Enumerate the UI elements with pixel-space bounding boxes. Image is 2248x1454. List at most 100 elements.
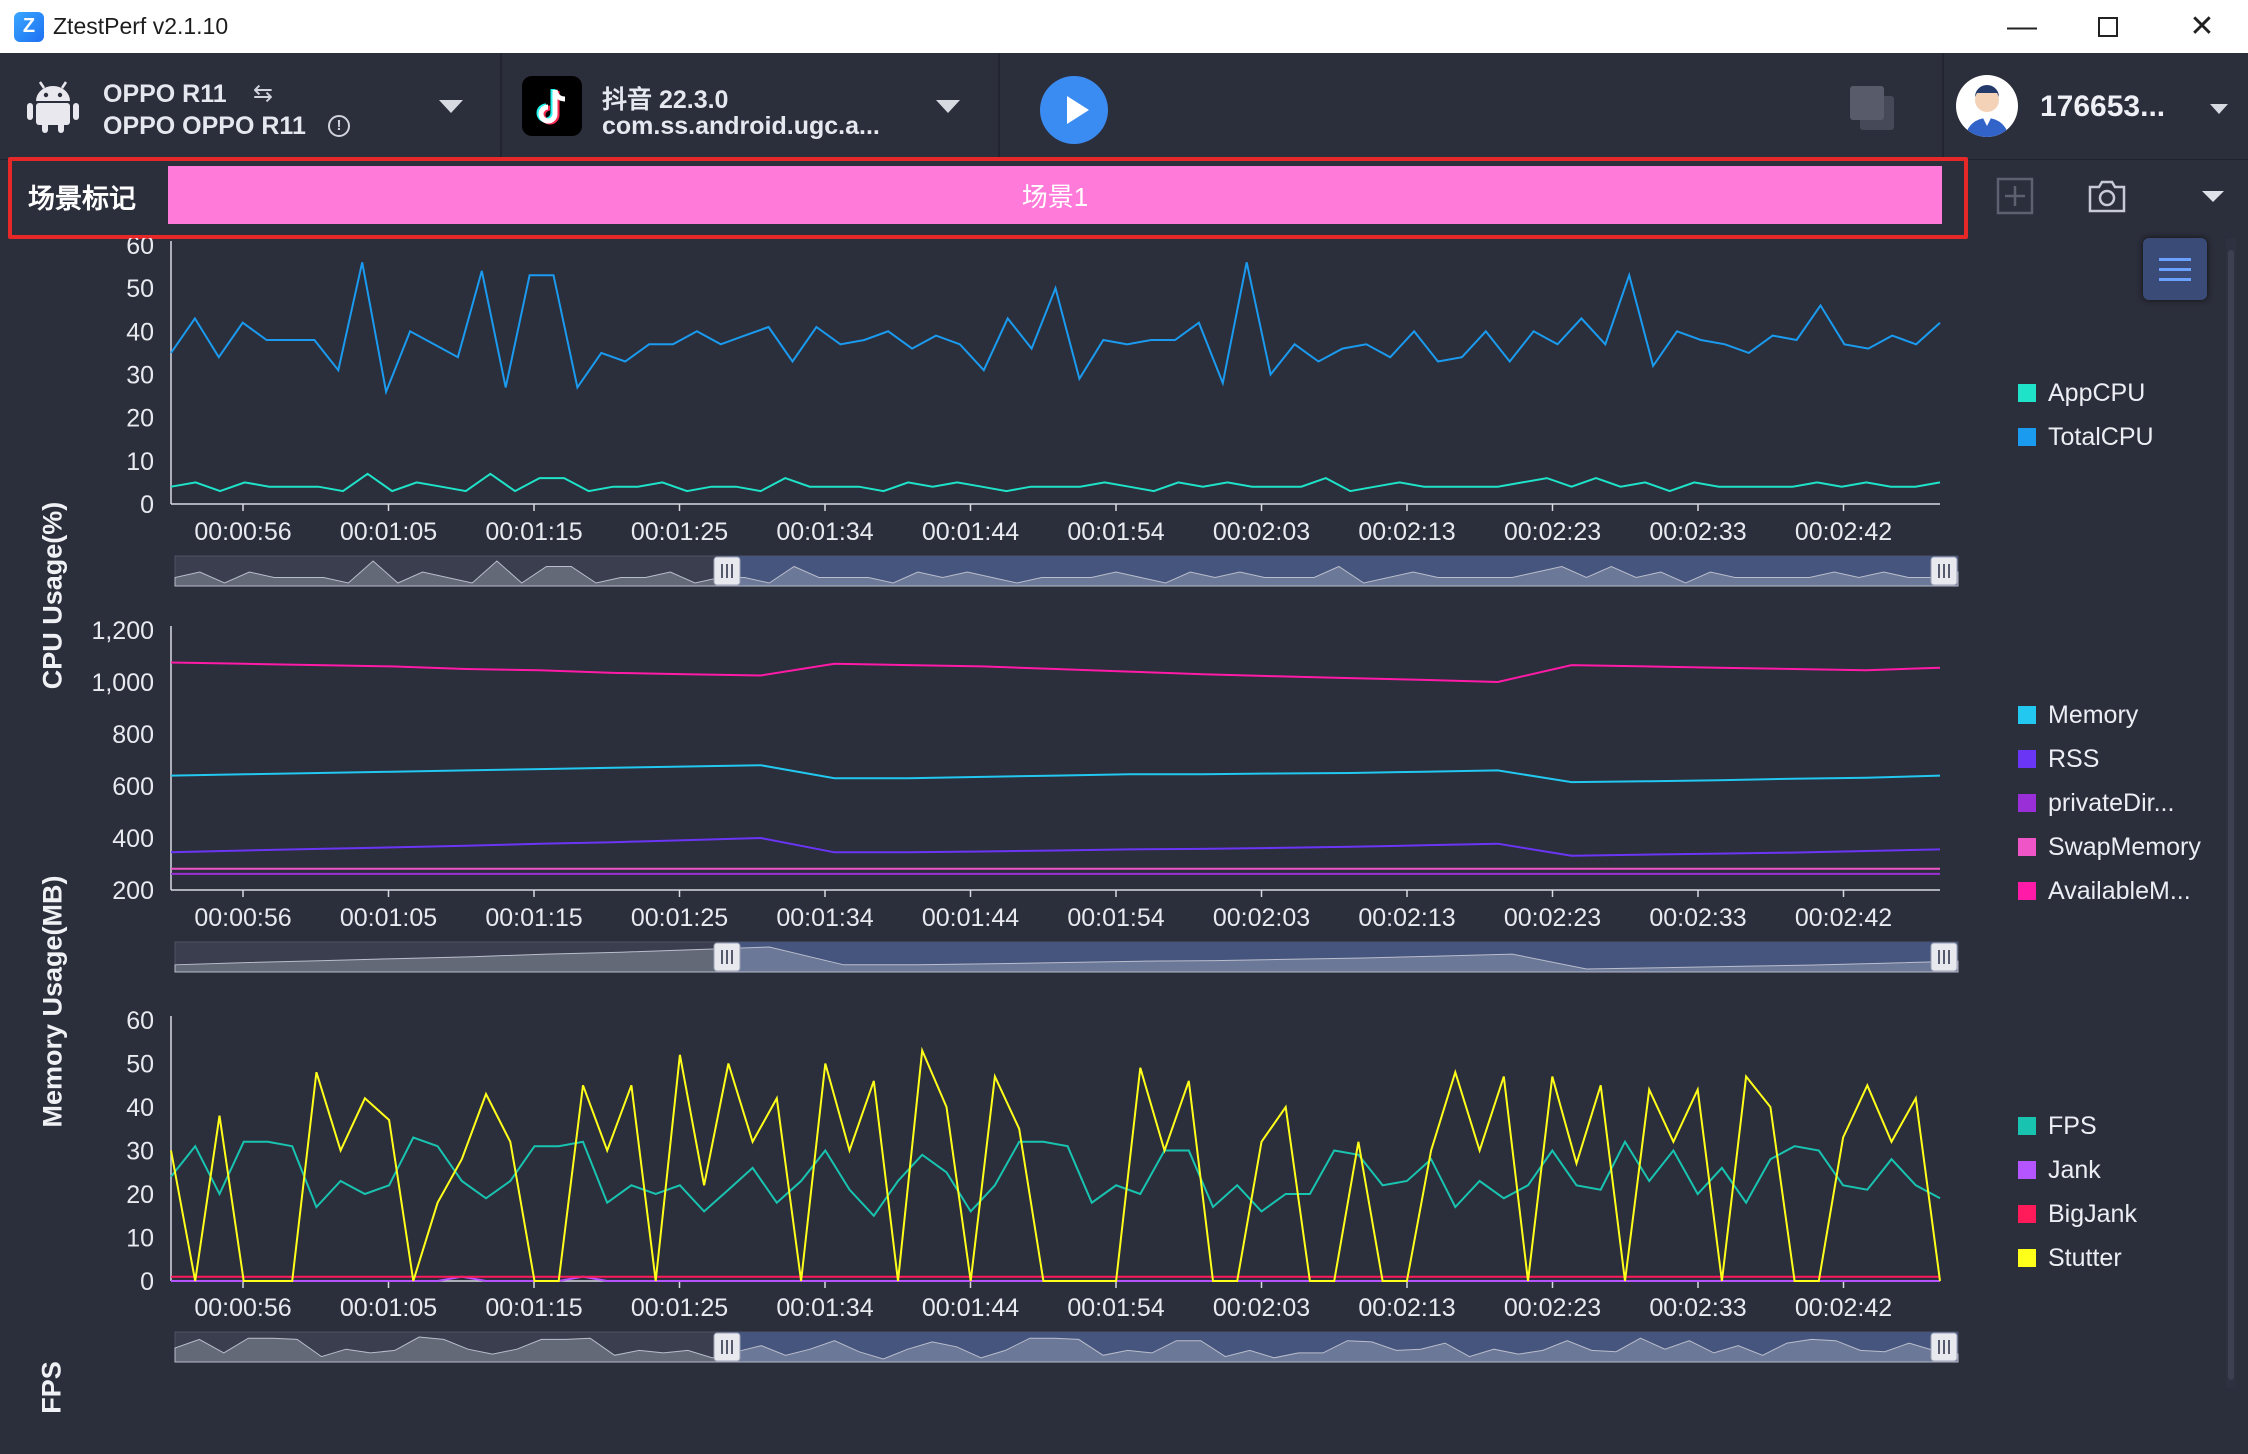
fps-legend: FPS Jank BigJank Stutter [2018, 1104, 2137, 1280]
maximize-button[interactable] [2062, 0, 2154, 53]
legend-label: SwapMemory [2048, 832, 2201, 861]
x-tick-label: 00:01:25 [631, 904, 728, 932]
y-tick-label: 0 [140, 491, 154, 519]
y-tick-label: 1,000 [91, 669, 154, 697]
legend-item[interactable]: Jank [2018, 1148, 2137, 1192]
screenshot-button[interactable] [2072, 168, 2142, 224]
floating-window-button[interactable] [1846, 82, 1900, 136]
y-tick-label: 10 [126, 448, 154, 476]
legend-item[interactable]: BigJank [2018, 1192, 2137, 1236]
legend-item[interactable]: SwapMemory [2018, 825, 2201, 869]
charts-svg: 0 10 20 30 40 50 60 00:00:56 00:01:05 00:01:15 00:… [91, 238, 1959, 1363]
legend-label: FPS [2048, 1111, 2097, 1140]
x-tick-label: 00:02:33 [1649, 1294, 1746, 1322]
y-tick-label: 50 [126, 275, 154, 303]
toolbar: OPPO R11 ⇆ OPPO OPPO R11 ! 抖音 22.3.0 com… [0, 53, 2248, 160]
app-name: 抖音 22.3.0 [602, 86, 729, 114]
x-tick-label: 00:00:56 [194, 1294, 291, 1322]
zoom-handle-left[interactable] [713, 942, 741, 972]
close-button[interactable]: ✕ [2156, 0, 2248, 53]
scrollbar-thumb[interactable] [2228, 250, 2234, 1380]
add-scene-button[interactable] [1980, 168, 2050, 224]
minimize-button[interactable]: — [1976, 0, 2068, 53]
switch-device-icon[interactable]: ⇆ [253, 79, 273, 108]
app-dropdown-chevron-icon [936, 100, 960, 113]
legend-label: AppCPU [2048, 378, 2146, 407]
app-selector[interactable]: 抖音 22.3.0 com.ss.android.ugc.a... [502, 53, 998, 160]
series-line-availablem [170, 661, 1941, 684]
cpu-y-axis-label: CPU Usage(%) [37, 501, 68, 690]
x-tick-label: 00:01:15 [485, 904, 582, 932]
zoom-handle-left[interactable] [713, 556, 741, 586]
tiktok-app-icon [522, 76, 582, 136]
legend-item[interactable]: AvailableM... [2018, 869, 2201, 913]
legend-item[interactable]: RSS [2018, 737, 2201, 781]
series-line-memory [170, 764, 1941, 784]
y-tick-label: 30 [126, 1138, 154, 1166]
scene-highlight-outline [8, 157, 1968, 239]
x-tick-label: 00:01:54 [1067, 1294, 1164, 1322]
y-tick-label: 10 [126, 1225, 154, 1253]
legend-item[interactable]: AppCPU [2018, 371, 2154, 415]
y-tick-label: 30 [126, 362, 154, 390]
legend-item[interactable]: privateDir... [2018, 781, 2201, 825]
x-tick-label: 00:00:56 [194, 518, 291, 546]
title-bar: Z ZtestPerf v2.1.10 — ✕ [0, 0, 2248, 53]
start-test-button[interactable] [1040, 76, 1108, 144]
user-menu[interactable]: 176653... [1944, 53, 2248, 160]
legend-item[interactable]: TotalCPU [2018, 415, 2154, 459]
legend-swatch [2018, 838, 2036, 856]
x-tick-label: 00:01:05 [340, 1294, 437, 1322]
plus-box-icon [1996, 177, 2034, 215]
y-tick-label: 0 [140, 1268, 154, 1296]
legend-item[interactable]: FPS [2018, 1104, 2137, 1148]
legend-swatch [2018, 706, 2036, 724]
x-tick-label: 00:02:03 [1213, 1294, 1310, 1322]
x-tick-label: 00:02:13 [1358, 1294, 1455, 1322]
x-tick-label: 00:02:42 [1795, 904, 1892, 932]
legend-swatch [2018, 1249, 2036, 1267]
zoom-handle-right[interactable] [1930, 1332, 1958, 1362]
legend-swatch [2018, 794, 2036, 812]
y-tick-label: 40 [126, 318, 154, 346]
y-tick-label: 800 [112, 721, 154, 749]
x-tick-label: 00:01:44 [922, 904, 1019, 932]
x-tick-label: 00:01:05 [340, 518, 437, 546]
series-line-appcpu [170, 472, 1941, 493]
x-tick-label: 00:01:15 [485, 1294, 582, 1322]
y-tick-label: 40 [126, 1094, 154, 1122]
scene-more-button[interactable] [2178, 168, 2248, 224]
series-line-totalcpu [170, 262, 1941, 396]
y-tick-label: 20 [126, 405, 154, 433]
device-name: OPPO R11 [103, 80, 227, 108]
x-tick-label: 00:02:42 [1795, 1294, 1892, 1322]
zoom-handle-left[interactable] [713, 1332, 741, 1362]
y-tick-label: 200 [112, 877, 154, 905]
device-dropdown-chevron-icon [439, 100, 463, 113]
legend-swatch [2018, 882, 2036, 900]
device-selector[interactable]: OPPO R11 ⇆ OPPO OPPO R11 ! [0, 53, 500, 160]
legend-label: RSS [2048, 744, 2100, 773]
x-tick-label: 00:02:33 [1649, 518, 1746, 546]
app-logo-icon: Z [14, 11, 44, 42]
legend-label: AvailableM... [2048, 876, 2191, 905]
y-tick-label: 60 [126, 238, 154, 260]
play-icon [1067, 96, 1089, 124]
info-icon[interactable]: ! [328, 115, 350, 137]
legend-label: BigJank [2048, 1199, 2137, 1228]
legend-label: Stutter [2048, 1243, 2122, 1272]
x-tick-label: 00:02:03 [1213, 904, 1310, 932]
legend-item[interactable]: Memory [2018, 693, 2201, 737]
y-tick-label: 60 [126, 1007, 154, 1035]
legend-swatch [2018, 1205, 2036, 1223]
zoom-handle-right[interactable] [1930, 942, 1958, 972]
chart-menu-button[interactable] [2143, 238, 2207, 300]
x-tick-label: 00:01:54 [1067, 518, 1164, 546]
zoom-handle-right[interactable] [1930, 556, 1958, 586]
legend-label: privateDir... [2048, 788, 2175, 817]
legend-item[interactable]: Stutter [2018, 1236, 2137, 1280]
maximize-icon [2098, 16, 2118, 37]
x-tick-label: 00:01:34 [776, 1294, 873, 1322]
camera-icon [2088, 180, 2126, 213]
legend-label: TotalCPU [2048, 422, 2154, 451]
